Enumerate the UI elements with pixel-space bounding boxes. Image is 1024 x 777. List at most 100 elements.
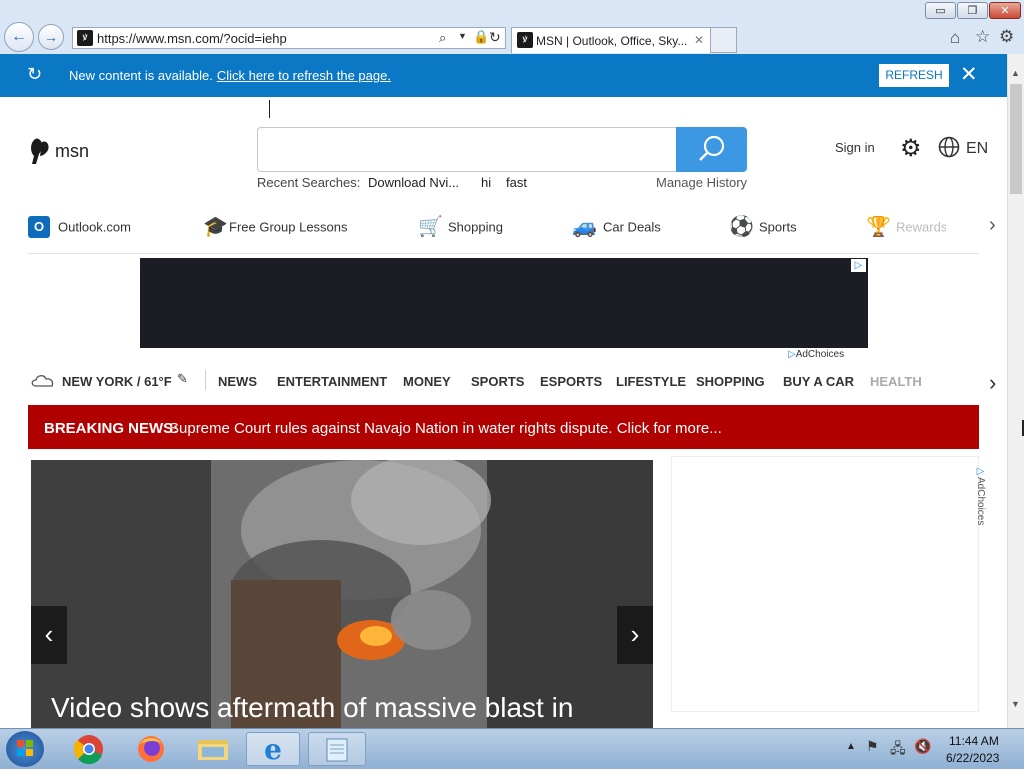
new-tab-button[interactable] — [711, 27, 737, 53]
shortcut-rewards[interactable]: 🏆 Rewards — [866, 216, 946, 240]
cloud-icon — [30, 372, 56, 391]
favorites-star-icon[interactable]: ☆ — [975, 27, 990, 47]
nav-entertainment[interactable]: ENTERTAINMENT — [277, 374, 387, 389]
shortcut-label: Shopping — [448, 219, 503, 235]
recent-search-item[interactable]: Download Nvi... — [368, 175, 459, 190]
msn-logo[interactable] — [28, 136, 52, 169]
carousel-next-button[interactable]: › — [617, 606, 653, 664]
shortcut-outlook[interactable]: O Outlook.com — [28, 216, 131, 240]
scroll-up-icon[interactable]: ▲ — [1011, 68, 1020, 78]
minimize-button[interactable]: ▭ — [925, 2, 956, 19]
side-ad[interactable] — [671, 456, 979, 712]
adchoices-icon: ▷ — [788, 349, 796, 360]
shortcut-car-deals[interactable]: 🚙 Car Deals — [572, 216, 661, 240]
address-url[interactable]: https://www.msn.com/?ocid=iehp — [97, 31, 287, 46]
hero-headline[interactable]: Video shows aftermath of massive blast i… — [51, 692, 573, 724]
nav-esports[interactable]: ESPORTS — [540, 374, 602, 389]
shortcut-label: Free Group Lessons — [229, 219, 348, 235]
outlook-icon: O — [28, 216, 50, 238]
search-input[interactable] — [257, 127, 677, 172]
close-window-button[interactable]: ✕ — [989, 2, 1021, 19]
lock-icon[interactable]: 🔒 — [473, 29, 489, 45]
back-button[interactable]: ← — [4, 22, 34, 52]
notepad-icon — [326, 738, 348, 762]
volume-muted-icon[interactable]: 🔇 — [914, 738, 931, 755]
close-notification-icon[interactable]: ✕ — [960, 62, 978, 87]
forward-button[interactable]: → — [38, 24, 64, 50]
notepad-taskbar-button[interactable] — [308, 732, 366, 766]
globe-icon[interactable] — [938, 136, 960, 161]
start-button[interactable] — [6, 731, 44, 767]
breaking-news-banner[interactable]: BREAKING NEWS: Supreme Court rules again… — [28, 405, 979, 449]
address-bar[interactable]: ꝟ https://www.msn.com/?ocid=iehp ⌕ ▼ 🔒 ↻ — [72, 27, 506, 49]
language-selector[interactable]: EN — [966, 140, 988, 158]
network-icon[interactable]: 🖧 — [890, 738, 906, 762]
shopping-cart-icon: 🛒 — [418, 216, 443, 238]
shortcut-label: Car Deals — [603, 219, 661, 235]
msn-logo-text[interactable]: msn — [55, 141, 89, 162]
refresh-icon[interactable]: ↻ — [489, 29, 501, 46]
shortcuts-next-icon[interactable]: › — [989, 214, 996, 237]
nav-news[interactable]: NEWS — [218, 374, 257, 389]
chevron-down-icon[interactable]: ▼ — [458, 31, 467, 41]
text-cursor — [269, 100, 270, 118]
manage-history-link[interactable]: Manage History — [656, 175, 747, 190]
chevron-left-icon: ‹ — [44, 619, 54, 649]
clock-time[interactable]: 11:44 AM — [949, 734, 999, 748]
refresh-link[interactable]: Click here to refresh the page. — [217, 68, 391, 83]
sign-in-link[interactable]: Sign in — [835, 140, 875, 155]
carousel-prev-button[interactable]: ‹ — [31, 606, 67, 664]
chrome-taskbar-button[interactable] — [62, 732, 116, 766]
adchoices-icon: ▷ — [975, 466, 986, 477]
msn-favicon: ꝟ — [517, 32, 533, 48]
restore-button[interactable]: ❐ — [957, 2, 988, 19]
search-button[interactable] — [676, 127, 747, 172]
gear-icon[interactable]: ⚙ — [999, 27, 1014, 47]
shortcut-free-group-lessons[interactable]: 🎓Free Group Lessons — [203, 216, 348, 240]
nav-next-icon[interactable]: › — [989, 370, 996, 396]
tab-msn[interactable]: ꝟ MSN | Outlook, Office, Sky... ✕ — [511, 27, 711, 53]
recent-search-item[interactable]: fast — [506, 175, 527, 190]
hero-carousel[interactable]: ‹ › Video shows aftermath of massive bla… — [31, 460, 653, 728]
page-scrollbar[interactable]: ▲ ▼ — [1007, 54, 1024, 728]
nav-sports[interactable]: SPORTS — [471, 374, 524, 389]
msn-favicon: ꝟ — [77, 30, 93, 46]
gear-icon[interactable]: ⚙ — [900, 134, 922, 163]
edit-pencil-icon[interactable]: ✎ — [177, 371, 188, 387]
refresh-button[interactable]: REFRESH — [879, 64, 949, 87]
arrow-right-icon: → — [44, 29, 58, 45]
show-hidden-icons[interactable]: ▲ — [846, 741, 856, 752]
explorer-taskbar-button[interactable] — [186, 732, 240, 766]
recent-search-item[interactable]: hi — [481, 175, 491, 190]
adchoices-label: AdChoices — [795, 349, 845, 360]
car-icon: 🚙 — [572, 216, 597, 238]
nav-money[interactable]: MONEY — [403, 374, 451, 389]
scroll-down-icon[interactable]: ▼ — [1011, 699, 1020, 709]
home-icon[interactable]: ⌂ — [950, 28, 960, 48]
folder-icon — [198, 740, 228, 760]
nav-health[interactable]: HEALTH — [870, 374, 922, 389]
clock-date[interactable]: 6/22/2023 — [946, 751, 999, 765]
banner-ad[interactable]: ▷ — [140, 258, 868, 348]
side-adchoices-link[interactable]: ▷AdChoices — [975, 466, 986, 525]
breaking-news-text[interactable]: Supreme Court rules against Navajo Natio… — [169, 420, 722, 437]
weather-location[interactable]: NEW YORK / 61°F — [62, 374, 172, 389]
divider — [28, 253, 979, 254]
tab-close-icon[interactable]: ✕ — [694, 33, 704, 47]
ie-taskbar-button[interactable]: e — [246, 732, 300, 766]
firefox-taskbar-button[interactable] — [124, 732, 178, 766]
browser-chrome: ▭ ❐ ✕ ← → ꝟ https://www.msn.com/?ocid=ie… — [0, 0, 1024, 55]
scroll-thumb[interactable] — [1010, 84, 1022, 194]
nav-buy-a-car[interactable]: BUY A CAR — [783, 374, 854, 389]
action-center-icon[interactable]: ⚑ — [866, 738, 879, 755]
nav-shopping[interactable]: SHOPPING — [696, 374, 765, 389]
adchoices-link[interactable]: ▷AdChoices — [788, 349, 844, 360]
adchoices-label: AdChoices — [975, 477, 986, 526]
shortcut-sports[interactable]: ⚽ Sports — [729, 216, 797, 240]
trophy-icon: 🏆 — [866, 216, 891, 238]
graduation-cap-icon: 🎓 — [203, 216, 228, 238]
shortcut-shopping[interactable]: 🛒 Shopping — [418, 216, 503, 240]
nav-lifestyle[interactable]: LIFESTYLE — [616, 374, 686, 389]
ad-info-icon[interactable]: ▷ — [851, 259, 866, 272]
search-icon[interactable]: ⌕ — [439, 30, 446, 46]
